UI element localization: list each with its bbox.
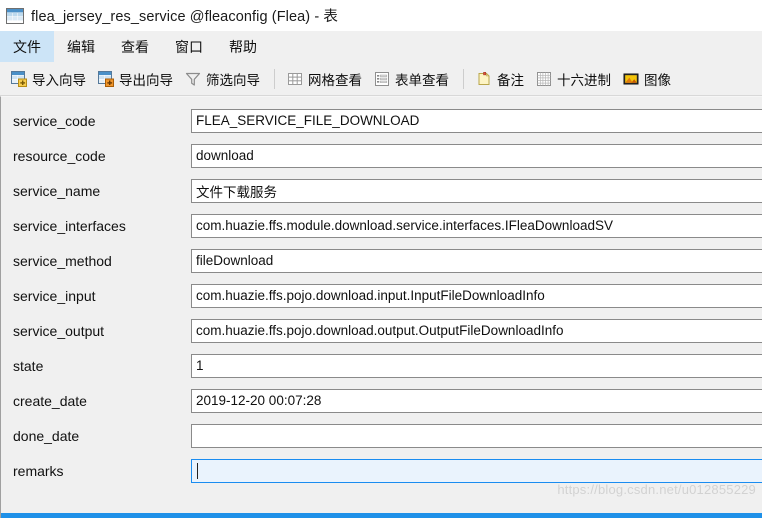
image-button[interactable]: 图像 <box>618 66 676 92</box>
toolbar-button-label: 网格查看 <box>308 72 362 88</box>
image-icon <box>623 71 639 87</box>
field-input-done-date[interactable] <box>191 423 762 448</box>
form-row-service-output: service_output com.huazie.ffs.pojo.downl… <box>1 313 762 348</box>
hex-icon <box>536 71 552 87</box>
grid-view-icon <box>287 71 303 87</box>
field-input-service-input[interactable]: com.huazie.ffs.pojo.download.input.Input… <box>191 283 762 308</box>
menu-item-file[interactable]: 文件 <box>0 31 54 62</box>
form-view-icon <box>374 71 390 87</box>
field-input-service-code[interactable]: FLEA_SERVICE_FILE_DOWNLOAD <box>191 108 762 133</box>
field-input-service-output[interactable]: com.huazie.ffs.pojo.download.output.Outp… <box>191 318 762 343</box>
menu-item-label: 帮助 <box>229 38 257 55</box>
form-row-service-input: service_input com.huazie.ffs.pojo.downlo… <box>1 278 762 313</box>
toolbar-button-label: 导出向导 <box>119 72 173 88</box>
field-label: remarks <box>13 462 64 479</box>
menu-bar: 文件 编辑 查看 窗口 帮助 <box>0 31 762 62</box>
field-label: service_name <box>13 182 101 199</box>
filter-wizard-icon <box>185 71 201 87</box>
menu-item-window[interactable]: 窗口 <box>162 31 216 62</box>
grid-view-button[interactable]: 网格查看 <box>282 66 367 92</box>
field-input-service-interfaces[interactable]: com.huazie.ffs.module.download.service.i… <box>191 213 762 238</box>
menu-item-label: 窗口 <box>175 38 203 55</box>
toolbar-button-label: 筛选向导 <box>206 72 260 88</box>
menu-item-view[interactable]: 查看 <box>108 31 162 62</box>
filter-wizard-button[interactable]: 筛选向导 <box>180 66 265 92</box>
toolbar: 导入向导 导出向导 筛选向导 网格查看 表单查看 备注 十六进制 图像 <box>0 62 762 96</box>
toolbar-separator <box>463 68 464 89</box>
menu-item-label: 编辑 <box>67 38 95 55</box>
field-label: create_date <box>13 392 87 409</box>
field-label: service_code <box>13 112 96 129</box>
form-row-remarks: remarks <box>1 453 762 488</box>
memo-button[interactable]: 备注 <box>471 66 529 92</box>
form-view-button[interactable]: 表单查看 <box>369 66 454 92</box>
title-bar: flea_jersey_res_service @fleaconfig (Fle… <box>0 0 762 31</box>
import-wizard-icon <box>11 70 27 87</box>
form-row-service-interfaces: service_interfaces com.huazie.ffs.module… <box>1 208 762 243</box>
toolbar-button-label: 备注 <box>497 72 524 88</box>
field-label: resource_code <box>13 147 106 164</box>
table-icon <box>6 7 24 24</box>
toolbar-button-label: 图像 <box>644 72 671 88</box>
bottom-accent-bar <box>1 513 762 518</box>
toolbar-button-label: 导入向导 <box>32 72 86 88</box>
field-label: state <box>13 357 44 374</box>
record-form-panel: service_code FLEA_SERVICE_FILE_DOWNLOAD … <box>0 96 762 518</box>
field-input-remarks[interactable] <box>191 458 762 483</box>
import-wizard-button[interactable]: 导入向导 <box>6 66 91 92</box>
field-label: done_date <box>13 427 80 444</box>
text-caret <box>197 462 198 479</box>
field-input-state[interactable]: 1 <box>191 353 762 378</box>
field-label: service_interfaces <box>13 217 126 234</box>
field-input-service-name[interactable]: 文件下载服务 <box>191 178 762 203</box>
field-label: service_input <box>13 287 96 304</box>
form-row-service-method: service_method fileDownload <box>1 243 762 278</box>
export-wizard-button[interactable]: 导出向导 <box>93 66 178 92</box>
field-input-create-date[interactable]: 2019-12-20 00:07:28 <box>191 388 762 413</box>
toolbar-separator <box>274 68 275 89</box>
export-wizard-icon <box>98 70 114 87</box>
form-row-service-name: service_name 文件下载服务 <box>1 173 762 208</box>
menu-item-label: 文件 <box>13 38 41 55</box>
toolbar-button-label: 表单查看 <box>395 72 449 88</box>
form-row-resource-code: resource_code download <box>1 138 762 173</box>
form-row-service-code: service_code FLEA_SERVICE_FILE_DOWNLOAD <box>1 103 762 138</box>
field-label: service_output <box>13 322 105 339</box>
menu-item-edit[interactable]: 编辑 <box>54 31 108 62</box>
hex-button[interactable]: 十六进制 <box>531 66 616 92</box>
field-input-service-method[interactable]: fileDownload <box>191 248 762 273</box>
form-row-create-date: create_date 2019-12-20 00:07:28 <box>1 383 762 418</box>
form-row-done-date: done_date <box>1 418 762 453</box>
menu-item-label: 查看 <box>121 38 149 55</box>
menu-item-help[interactable]: 帮助 <box>216 31 270 62</box>
window-title: flea_jersey_res_service @fleaconfig (Fle… <box>31 9 339 25</box>
form-row-state: state 1 <box>1 348 762 383</box>
field-input-resource-code[interactable]: download <box>191 143 762 168</box>
toolbar-button-label: 十六进制 <box>557 72 611 88</box>
field-label: service_method <box>13 252 112 269</box>
memo-icon <box>476 71 492 87</box>
